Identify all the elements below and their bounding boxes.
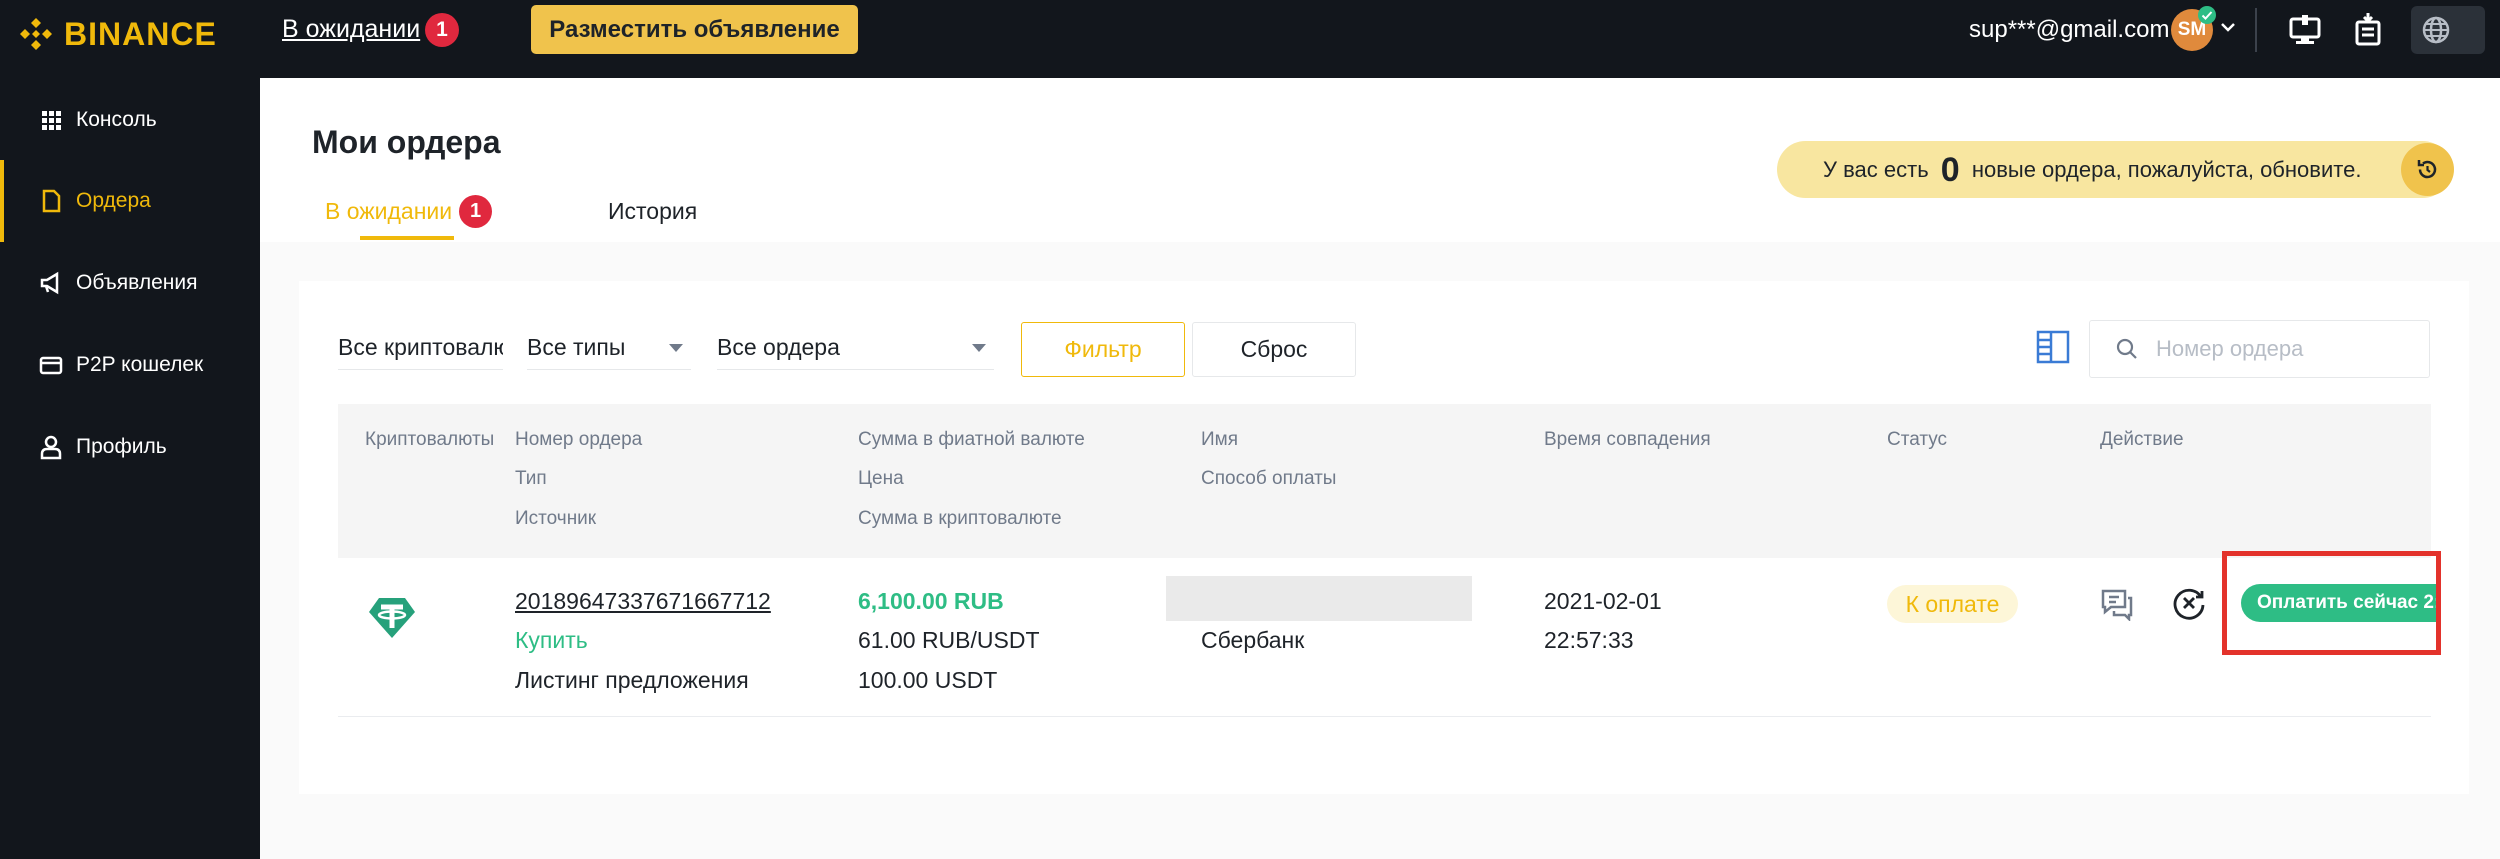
order-type: Купить	[515, 627, 588, 653]
globe-icon	[2422, 16, 2450, 44]
sidebar-item-p2p-wallet[interactable]: P2P кошелек	[0, 334, 260, 394]
header-fiat-amount: Сумма в фиатной валюте	[858, 429, 1085, 450]
header-type: Тип	[515, 468, 547, 489]
notice-prefix: У вас есть	[1823, 157, 1929, 182]
header-match-time: Время совпадения	[1544, 429, 1711, 450]
header-action: Действие	[2100, 429, 2184, 450]
tab-history[interactable]: История	[608, 196, 697, 226]
page-title: Мои ордера	[312, 124, 501, 160]
megaphone-icon	[40, 271, 59, 295]
sidebar-item-profile[interactable]: Профиль	[0, 416, 260, 476]
notice-count: 0	[1940, 151, 1960, 189]
pay-now-highlight: Оплатить сейчас 2:	[2222, 551, 2441, 655]
sidebar-item-ads[interactable]: Объявления	[0, 252, 260, 312]
chevron-down-icon[interactable]	[2219, 18, 2237, 36]
match-time: 22:57:33	[1544, 627, 1634, 653]
grid-icon	[42, 111, 61, 130]
header-name: Имя	[1201, 429, 1239, 450]
column-settings-icon[interactable]	[2036, 330, 2070, 364]
header-order-no: Номер ордера	[515, 429, 643, 450]
topbar-divider	[2255, 8, 2257, 52]
payment-method: Сбербанк	[1201, 627, 1305, 653]
crypto-amount: 100.00 USDT	[858, 667, 998, 693]
header-payment-method: Способ оплаты	[1201, 468, 1337, 489]
search-input[interactable]	[2156, 331, 2416, 367]
sidebar-item-label: Профиль	[76, 435, 167, 458]
user-icon	[40, 435, 62, 460]
binance-logo-text: BINANCE	[64, 15, 217, 52]
verified-check-icon	[2198, 6, 2216, 24]
price: 61.00 RUB/USDT	[858, 627, 1040, 653]
type-select[interactable]: Все типы	[527, 324, 691, 370]
header-source: Источник	[515, 508, 597, 529]
fiat-amount: 6,100.00 RUB	[858, 588, 1004, 614]
orders-select[interactable]: Все ордера	[717, 324, 994, 370]
tab-pending-badge: 1	[459, 195, 492, 228]
order-search[interactable]	[2089, 320, 2430, 378]
sidebar-item-orders[interactable]: Ордера	[0, 160, 260, 242]
orders-select-value: Все ордера	[717, 334, 840, 360]
sidebar-item-label: Консоль	[76, 108, 157, 131]
refresh-icon	[2417, 160, 2437, 179]
order-number-link[interactable]: 20189647337671667712	[515, 587, 771, 615]
binance-logo-icon	[20, 18, 52, 50]
refresh-button[interactable]	[2401, 143, 2454, 196]
language-selector[interactable]	[2411, 6, 2485, 54]
header-crypto: Криптовалюты	[365, 429, 495, 450]
tab-pending[interactable]: В ожидании	[325, 196, 452, 226]
filter-button[interactable]: Фильтр	[1021, 322, 1185, 377]
download-app-icon[interactable]	[2348, 10, 2388, 50]
monitor-icon[interactable]	[2285, 10, 2325, 50]
chat-icon[interactable]	[2100, 587, 2134, 621]
caret-down-icon	[669, 344, 683, 352]
status-badge: К оплате	[1887, 585, 2018, 623]
notice-text: У вас есть 0 новые ордера, пожалуйста, о…	[1823, 153, 2362, 187]
order-source: Листинг предложения	[515, 667, 749, 693]
counterparty-name-redacted	[1166, 576, 1472, 621]
pending-orders-link[interactable]: В ожидании	[282, 14, 420, 44]
sidebar: Консоль Ордера Объявления P2P кошелек Пр…	[0, 78, 260, 859]
crypto-select-value: Все криптовалюты	[338, 334, 503, 360]
sidebar-item-label: Ордера	[76, 189, 151, 212]
binance-logo[interactable]: BINANCE	[16, 14, 217, 54]
pay-now-button[interactable]: Оплатить сейчас 2:	[2241, 584, 2436, 622]
document-icon	[42, 189, 61, 213]
active-tab-indicator	[360, 236, 454, 240]
sidebar-item-label: Объявления	[76, 271, 198, 294]
header-crypto-amount: Сумма в криптовалюте	[858, 508, 1062, 529]
header-status: Статус	[1887, 429, 1948, 450]
header-price: Цена	[858, 468, 904, 489]
pending-count-badge: 1	[425, 13, 459, 47]
search-icon	[2116, 338, 2137, 359]
cancel-order-icon[interactable]	[2171, 585, 2207, 621]
post-ad-button[interactable]: Разместить объявление	[531, 5, 858, 54]
wallet-icon	[39, 356, 63, 375]
caret-down-icon	[972, 344, 986, 352]
match-date: 2021-02-01	[1544, 588, 1662, 614]
sidebar-item-label: P2P кошелек	[76, 353, 204, 376]
user-email[interactable]: sup***@gmail.com	[1969, 15, 2169, 45]
notice-suffix: новые ордера, пожалуйста, обновите.	[1971, 157, 2362, 182]
type-select-value: Все типы	[527, 334, 626, 360]
sidebar-item-console[interactable]: Консоль	[0, 89, 260, 149]
tether-icon	[369, 598, 415, 638]
new-orders-notice: У вас есть 0 новые ордера, пожалуйста, о…	[1777, 141, 2454, 198]
reset-button[interactable]: Сброс	[1192, 322, 1356, 377]
crypto-select[interactable]: Все криптовалюты	[338, 324, 503, 370]
